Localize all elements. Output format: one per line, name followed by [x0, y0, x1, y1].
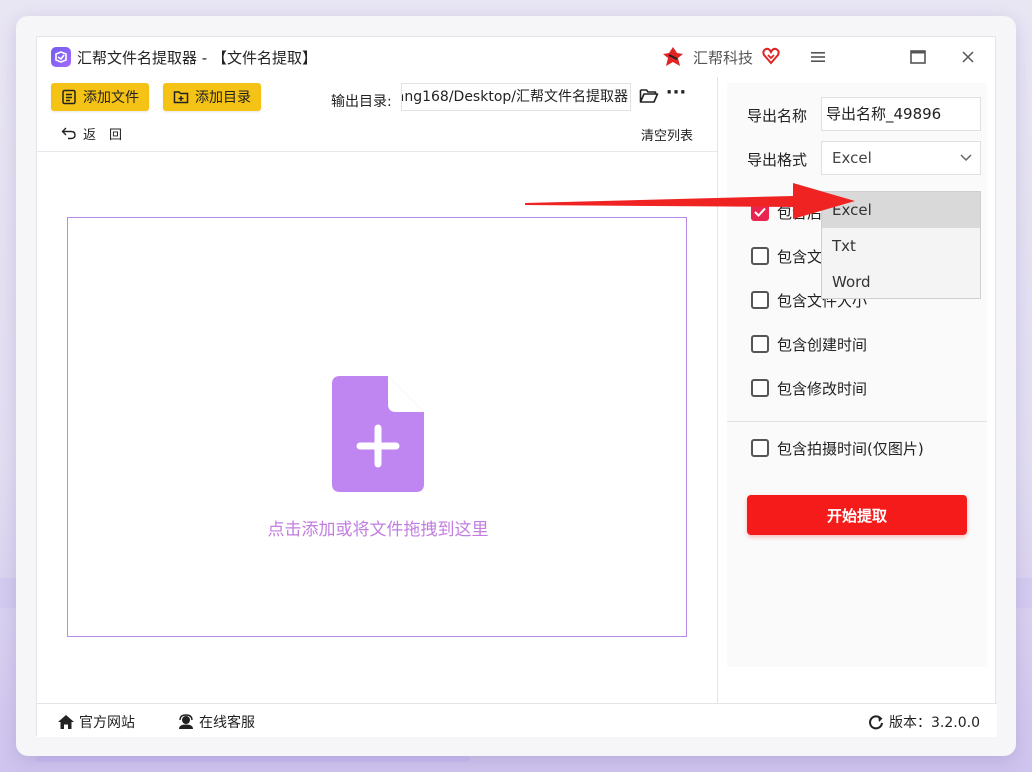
- menu-icon[interactable]: [801, 43, 835, 71]
- brand-logo-icon: [661, 45, 685, 69]
- option-label: 包含拍摄时间(仅图片): [777, 439, 924, 458]
- clear-list-button[interactable]: 清空列表: [641, 125, 693, 144]
- export-name-label: 导出名称: [747, 107, 808, 125]
- export-format-value: Excel: [832, 149, 872, 167]
- output-dir-field[interactable]: ang168/Desktop/汇帮文件名提取器: [401, 83, 631, 111]
- app-window: 汇帮文件名提取器 - 【文件名提取】 汇帮科技 添加文件 添加目录 输出目录: …: [16, 16, 1016, 756]
- option-include-path[interactable]: 包含文: [751, 245, 822, 267]
- settings-panel: 导出名称 导出名称_49896 导出格式 Excel 包含后 包含文: [727, 83, 987, 667]
- add-file-document-icon: [332, 376, 424, 492]
- checkbox-icon[interactable]: [751, 335, 769, 353]
- close-icon[interactable]: [951, 43, 985, 71]
- file-drop-zone[interactable]: 点击添加或将文件拖拽到这里: [67, 217, 687, 637]
- version-info[interactable]: 版本：3.2.0.0: [867, 712, 980, 732]
- settings-divider: [727, 421, 987, 422]
- maximize-icon[interactable]: [901, 43, 935, 71]
- file-list-pane: 添加文件 添加目录 输出目录: ang168/Desktop/汇帮文件名提取器 …: [37, 77, 717, 703]
- pane-divider: [717, 77, 718, 703]
- add-file-icon: [62, 89, 76, 105]
- more-options-icon[interactable]: ···: [665, 83, 687, 107]
- background-taskbar-strip: [36, 756, 470, 762]
- option-include-modified[interactable]: 包含修改时间: [751, 377, 867, 399]
- toolbar-divider: [37, 151, 717, 152]
- format-option-txt[interactable]: Txt: [822, 228, 980, 264]
- export-name-input[interactable]: 导出名称_49896: [821, 97, 981, 131]
- brand-name: 汇帮科技: [693, 49, 754, 67]
- checkbox-icon[interactable]: [751, 379, 769, 397]
- option-label: 包含修改时间: [777, 379, 868, 398]
- vip-heart-icon[interactable]: [761, 46, 781, 66]
- add-directory-label: 添加目录: [195, 90, 251, 106]
- checkbox-icon[interactable]: [751, 247, 769, 265]
- add-folder-icon: [173, 91, 189, 104]
- annotation-arrow-icon: [525, 183, 855, 219]
- output-dir-path: ang168/Desktop/汇帮文件名提取器: [401, 89, 628, 105]
- add-file-button[interactable]: 添加文件: [51, 83, 149, 111]
- back-button[interactable]: 返 回: [61, 123, 122, 143]
- output-dir-label: 输出目录:: [331, 94, 392, 110]
- support-agent-icon: [179, 714, 193, 729]
- official-site-link[interactable]: 官方网站: [57, 712, 135, 732]
- chevron-down-icon: [960, 142, 972, 174]
- export-format-label: 导出格式: [747, 151, 808, 169]
- add-file-label: 添加文件: [83, 90, 139, 106]
- home-icon: [58, 715, 74, 729]
- option-label: 包含文: [777, 247, 823, 266]
- add-directory-button[interactable]: 添加目录: [163, 83, 261, 111]
- export-format-select[interactable]: Excel: [821, 141, 981, 175]
- app-inner: 汇帮文件名提取器 - 【文件名提取】 汇帮科技 添加文件 添加目录 输出目录: …: [36, 36, 997, 737]
- refresh-icon: [869, 715, 883, 730]
- online-service-label: 在线客服: [199, 715, 255, 731]
- option-include-shot-time[interactable]: 包含拍摄时间(仅图片): [751, 437, 924, 459]
- format-option-word[interactable]: Word: [822, 264, 980, 300]
- drop-zone-hint: 点击添加或将文件拖拽到这里: [267, 520, 489, 540]
- option-include-created[interactable]: 包含创建时间: [751, 333, 867, 355]
- checkbox-icon[interactable]: [751, 439, 769, 457]
- version-label: 版本：3.2.0.0: [889, 715, 980, 731]
- official-site-label: 官方网站: [79, 715, 135, 731]
- back-label: 返 回: [83, 127, 123, 143]
- title-bar: 汇帮文件名提取器 - 【文件名提取】 汇帮科技: [37, 37, 997, 77]
- status-footer: 官方网站 在线客服 版本：3.2.0.0: [37, 703, 997, 737]
- online-service-link[interactable]: 在线客服: [177, 712, 255, 732]
- start-extract-button[interactable]: 开始提取: [747, 495, 967, 535]
- window-title: 汇帮文件名提取器 - 【文件名提取】: [77, 49, 317, 67]
- app-logo-icon: [51, 47, 71, 67]
- checkbox-icon[interactable]: [751, 291, 769, 309]
- browse-folder-icon[interactable]: [639, 87, 659, 105]
- option-label: 包含创建时间: [777, 335, 868, 354]
- back-arrow-icon: [61, 127, 76, 140]
